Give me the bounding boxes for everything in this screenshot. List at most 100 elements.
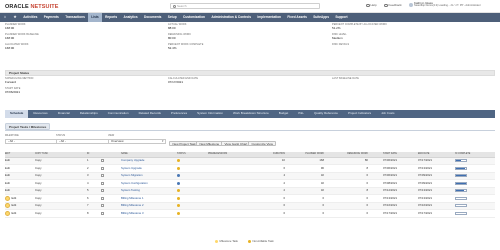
user-menu[interactable]: Kathryn Glass Steenkop Demo(4.3) Loading… bbox=[409, 1, 499, 8]
nav-item[interactable]: Reports bbox=[102, 13, 120, 22]
copy-link[interactable]: Copy bbox=[35, 195, 51, 202]
column-header[interactable]: Start Date bbox=[383, 152, 405, 157]
new-project-task-button[interactable]: New Project Task bbox=[169, 141, 200, 146]
copy-link[interactable]: Copy bbox=[35, 203, 51, 210]
nav-item[interactable]: Support bbox=[332, 13, 351, 22]
nav-item[interactable]: Transactions bbox=[62, 13, 88, 22]
column-header[interactable]: End Date bbox=[418, 152, 440, 157]
edit-link[interactable]: Edit bbox=[5, 181, 10, 185]
star-icon[interactable]: ★ bbox=[10, 13, 20, 22]
table-row[interactable]: Edit Copy 2 System Upgrade 6 96 8 07/06/2021 07/… bbox=[5, 165, 495, 173]
row-checkbox[interactable] bbox=[101, 159, 104, 163]
nav-item[interactable]: Lists bbox=[88, 13, 102, 22]
row-checkbox[interactable] bbox=[101, 166, 104, 170]
table-row[interactable]: Edit Copy 3 System Migration 4 32 0 07/06/2021 0… bbox=[5, 172, 495, 180]
subtab[interactable]: Communication bbox=[103, 110, 134, 118]
cell-id: 2 bbox=[87, 165, 89, 170]
edit-link[interactable]: Edit bbox=[5, 173, 10, 177]
subtab[interactable]: Project Indicators bbox=[343, 110, 376, 118]
cell-percent-complete bbox=[455, 188, 475, 195]
subtab[interactable]: Job Costs bbox=[376, 110, 399, 118]
column-header[interactable]: Copy Task bbox=[35, 152, 51, 157]
table-row[interactable]: Edit Copy 4 System Configuration 2 32 0 07/08/2… bbox=[5, 180, 495, 188]
feedback-link[interactable]: Feedback bbox=[384, 3, 402, 7]
row-checkbox[interactable] bbox=[101, 181, 104, 185]
task-name-link[interactable]: Company Upgrade bbox=[121, 158, 171, 165]
global-search-input[interactable]: Search bbox=[170, 3, 320, 9]
copy-link[interactable]: Copy bbox=[35, 210, 51, 217]
cell-edit: Edit bbox=[5, 195, 19, 202]
task-name-link[interactable]: Billing Milestone 3 bbox=[121, 210, 171, 217]
nav-item[interactable]: Analytics bbox=[120, 13, 141, 22]
nav-item[interactable]: Administration & Controls bbox=[208, 13, 254, 22]
subtab[interactable]: Preferences bbox=[166, 110, 192, 118]
nav-item[interactable]: Documents bbox=[141, 13, 165, 22]
copy-link[interactable]: Copy bbox=[35, 180, 51, 187]
edit-link[interactable]: Edit bbox=[12, 196, 17, 200]
subtab[interactable]: Resources bbox=[28, 110, 52, 118]
edit-link[interactable]: Edit bbox=[5, 166, 10, 170]
row-checkbox[interactable] bbox=[101, 211, 104, 215]
nav-item[interactable]: Setup bbox=[165, 13, 180, 22]
cell-planned: 0 bbox=[322, 203, 324, 208]
subtab[interactable]: System Information bbox=[192, 110, 228, 118]
row-checkbox[interactable] bbox=[101, 189, 104, 193]
nav-item[interactable]: Payments bbox=[41, 13, 62, 22]
copy-link[interactable]: Copy bbox=[35, 188, 51, 195]
task-name-link[interactable]: System Testing bbox=[121, 188, 171, 195]
subtab[interactable]: P&L bbox=[293, 110, 309, 118]
table-row[interactable]: Edit Copy 5 System Testing 2 32 8 07/12/2021 07/… bbox=[5, 187, 495, 195]
subtab[interactable]: Schedule bbox=[5, 110, 29, 118]
project-tasks-tab[interactable]: Project Tasks / Milestones bbox=[5, 123, 51, 130]
task-name-link[interactable]: System Configuration bbox=[121, 180, 171, 187]
column-header[interactable]: ID bbox=[87, 152, 95, 157]
edit-link[interactable]: Edit bbox=[12, 211, 17, 215]
subtab[interactable]: Relationships bbox=[75, 110, 103, 118]
table-row[interactable]: Edit Copy 7 Billing Milestone 2 0 0 0 07/16/202… bbox=[5, 202, 495, 210]
task-name-link[interactable]: Billing Milestone 1 bbox=[121, 195, 171, 202]
row-checkbox[interactable] bbox=[101, 196, 104, 200]
task-name-link[interactable]: System Migration bbox=[121, 173, 171, 180]
customize-view-button[interactable]: Customize View bbox=[248, 141, 277, 146]
column-header[interactable]: Remaining Work bbox=[342, 152, 368, 157]
column-header[interactable] bbox=[101, 152, 106, 157]
help-link[interactable]: Help bbox=[366, 3, 377, 7]
column-header[interactable]: Duration bbox=[263, 152, 285, 157]
new-milestone-button[interactable]: New Milestone bbox=[196, 141, 223, 146]
copy-link[interactable]: Copy bbox=[35, 173, 51, 180]
table-row[interactable]: Edit Copy 8 Billing Milestone 3 0 0 0 07/17/202… bbox=[5, 210, 495, 218]
nav-item[interactable]: Customization bbox=[180, 13, 208, 22]
avatar bbox=[409, 3, 413, 7]
column-header[interactable]: Name bbox=[121, 152, 171, 157]
row-checkbox[interactable] bbox=[101, 174, 104, 178]
edit-link[interactable]: Edit bbox=[12, 203, 17, 207]
table-row[interactable]: Edit Copy 1 Company Upgrade 10 168 80 07/06/202… bbox=[5, 157, 495, 165]
column-header[interactable]: % Complete bbox=[455, 152, 475, 157]
nav-item[interactable]: Implementation bbox=[254, 13, 284, 22]
copy-link[interactable]: Copy bbox=[35, 158, 51, 165]
task-name-link[interactable]: System Upgrade bbox=[121, 165, 171, 172]
nav-item[interactable]: Activities bbox=[20, 13, 41, 22]
task-name-link[interactable]: Billing Milestone 2 bbox=[121, 203, 171, 210]
column-header[interactable]: Status bbox=[177, 152, 187, 157]
nav-item[interactable]: Fixed Assets bbox=[284, 13, 310, 22]
netsuite-logo[interactable]: ORACLE NETSUITE bbox=[5, 4, 58, 10]
column-header[interactable]: Edit bbox=[5, 152, 19, 157]
view-select[interactable]: Overview ▾ bbox=[108, 138, 166, 144]
column-header[interactable]: Predecessors bbox=[208, 152, 236, 157]
status-icon bbox=[177, 166, 180, 170]
subtab[interactable]: Work Breakdown Structure bbox=[228, 110, 274, 118]
view-gantt-chart-button[interactable]: View Gantt Chart bbox=[221, 141, 251, 146]
home-icon[interactable]: ⌂ bbox=[0, 13, 10, 22]
nav-item[interactable]: SuiteApps bbox=[310, 13, 332, 22]
subtab[interactable]: Financial bbox=[53, 110, 75, 118]
table-row[interactable]: Edit Copy 6 Billing Milestone 1 0 0 0 07/13/202… bbox=[5, 195, 495, 203]
row-checkbox[interactable] bbox=[101, 204, 104, 208]
subtab[interactable]: Related Records bbox=[134, 110, 166, 118]
copy-link[interactable]: Copy bbox=[35, 165, 51, 172]
edit-link[interactable]: Edit bbox=[5, 158, 10, 162]
column-header[interactable]: Planned Work bbox=[302, 152, 324, 157]
subtab[interactable]: Quality Reference bbox=[309, 110, 343, 118]
subtab[interactable]: Budget bbox=[274, 110, 294, 118]
edit-link[interactable]: Edit bbox=[5, 188, 10, 192]
